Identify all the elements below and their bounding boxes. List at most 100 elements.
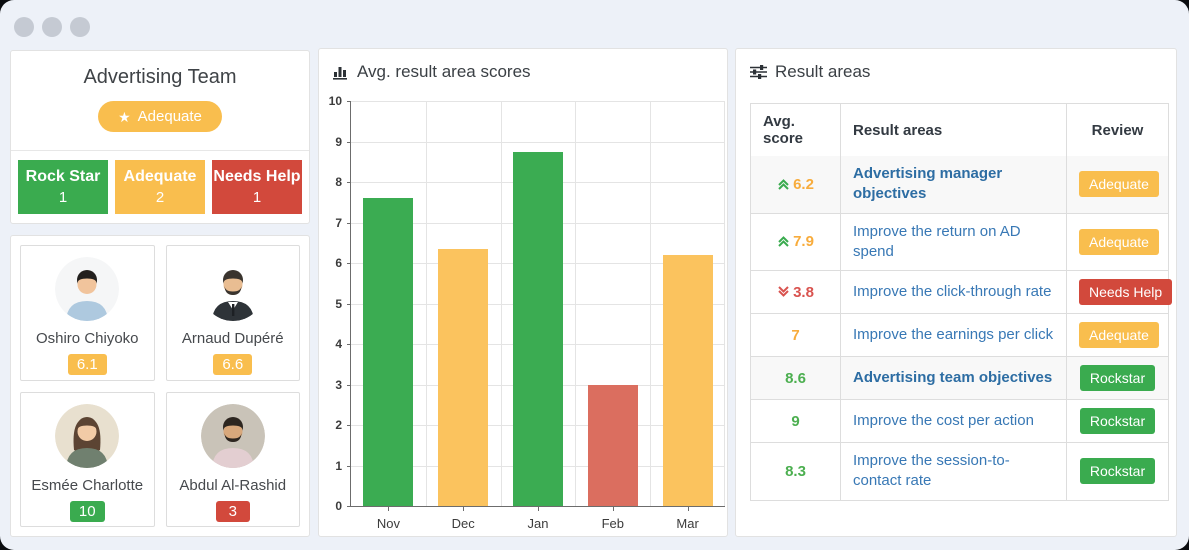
member-card[interactable]: Esmée Charlotte 10 (20, 391, 155, 527)
result-area-cell: Improve the click-through rate (840, 271, 1066, 313)
chart-gridline (650, 101, 652, 506)
chart-bar-dec (438, 248, 489, 506)
table-row: 7.9 Improve the return on AD spend Adequat… (751, 212, 1171, 270)
member-card[interactable]: Arnaud Dupéré 6.6 (165, 245, 300, 381)
member-card[interactable]: Abdul Al-Rashid 3 (165, 391, 300, 527)
x-axis-tick (687, 506, 689, 511)
review-cell: Adequate (1066, 156, 1171, 213)
team-status-label: Adequate (137, 108, 202, 125)
member-avatar (55, 257, 120, 321)
y-axis-tick (347, 182, 351, 183)
review-badge: Rockstar (1079, 408, 1156, 434)
y-axis-label: 3 (335, 377, 342, 392)
chart-gridline (351, 101, 725, 102)
review-badge: Adequate (1079, 322, 1159, 348)
bar-chart-plot: 0 1 2 3 4 5 6 7 8 9 10 Nov Dec Jan Feb Mar (329, 94, 725, 531)
result-area-cell: Advertising team objectives (840, 357, 1066, 399)
chart-title-text: Avg. result area scores (357, 62, 531, 81)
y-axis-tick (347, 303, 351, 305)
team-title: Advertising Team (83, 66, 237, 88)
table-row: 3.8 Improve the click-through rate Needs H… (751, 270, 1173, 313)
review-cell: Rockstar (1066, 357, 1168, 399)
stat-label: Rock Star (25, 168, 101, 186)
result-area-link[interactable]: Improve the session-to-contact rate (853, 451, 1054, 492)
x-axis-label: Jan (527, 516, 549, 531)
review-badge: Rockstar (1079, 365, 1156, 391)
trend-up-icon (777, 235, 790, 248)
member-card[interactable]: Oshiro Chiyoko 6.1 (20, 245, 155, 381)
trend-up-icon (777, 178, 790, 191)
x-axis-label: Dec (451, 516, 475, 531)
avg-score-value: 7 (791, 326, 800, 344)
table-row: 8.3 Improve the session-to-contact rate Ro… (751, 442, 1168, 500)
y-axis-label: 1 (335, 458, 342, 473)
chart-gridline (575, 101, 577, 506)
y-axis-tick (347, 263, 351, 264)
member-score-badge: 6.1 (67, 354, 107, 375)
result-areas-title-text: Result areas (775, 62, 871, 81)
avg-score-value: 3.8 (793, 283, 814, 301)
chart-gridline (724, 101, 725, 506)
result-area-cell: Improve the earnings per click (840, 314, 1066, 356)
y-axis-tick (347, 384, 351, 386)
y-axis-tick (347, 101, 351, 102)
x-axis-tick (388, 506, 390, 511)
review-cell: Rockstar (1066, 443, 1168, 500)
chart-bar-nov (363, 198, 414, 506)
table-row: 6.2 Advertising manager objectives Adequat… (751, 156, 1168, 213)
chart-bar-jan (513, 151, 563, 506)
y-axis-label: 10 (328, 94, 342, 108)
avg-score-cell: 9 (751, 400, 840, 442)
review-cell: Adequate (1066, 314, 1171, 356)
avg-score-cell: 6.2 (751, 156, 840, 213)
review-badge: Adequate (1079, 171, 1159, 198)
result-area-link[interactable]: Improve the cost per action (853, 411, 1034, 431)
member-avatar (200, 403, 265, 468)
x-axis-label: Feb (601, 516, 624, 531)
result-areas-table: Avg. score Result areas Review 6.2 Advert… (750, 103, 1173, 501)
team-summary-card: Advertising Team ★ Adequate Rock Star 1 Ad… (10, 50, 310, 224)
avg-score-value: 8.6 (785, 369, 806, 387)
avg-scores-chart-card: Avg. result area scores 0 1 2 3 4 5 6 7 8 9 10 Nov D… (318, 48, 728, 537)
result-areas-panel-title: Result areas (736, 49, 1176, 82)
result-area-cell: Improve the cost per action (840, 400, 1066, 442)
y-axis-tick (347, 425, 351, 426)
x-axis-label: Nov (376, 516, 400, 531)
team-members-card: Oshiro Chiyoko 6.1 Arnaud Dupéré 6.6 Esmée… (10, 235, 310, 537)
chart-bar-feb (587, 384, 638, 506)
member-avatar (55, 403, 120, 468)
y-axis-label: 0 (335, 499, 342, 513)
x-axis-tick (463, 506, 465, 511)
sliders-icon (750, 65, 767, 79)
avg-score-value: 9 (791, 412, 800, 430)
bar-chart-icon (333, 67, 347, 80)
member-score-badge: 3 (215, 500, 250, 522)
y-axis-label: 7 (335, 215, 342, 230)
col-header-result-areas: Result areas (840, 104, 1066, 156)
window-control-dot (14, 17, 34, 37)
stat-count: 1 (252, 188, 262, 206)
result-area-link[interactable]: Improve the earnings per click (853, 325, 1053, 345)
avg-score-cell: 8.3 (751, 443, 840, 500)
result-areas-card: Result areas Avg. score Result areas Rev… (735, 48, 1177, 537)
review-cell: Needs Help (1066, 271, 1184, 313)
x-axis-tick (538, 506, 539, 511)
team-stat-box: Rock Star 1 (18, 160, 108, 214)
result-area-link[interactable]: Improve the click-through rate (853, 282, 1051, 302)
review-cell: Adequate (1066, 213, 1171, 270)
review-badge: Rockstar (1079, 458, 1156, 485)
member-score-badge: 10 (69, 500, 105, 522)
result-area-link[interactable]: Improve the return on AD spend (853, 222, 1054, 263)
result-area-link[interactable]: Advertising team objectives (853, 368, 1052, 388)
y-axis-label: 6 (335, 256, 342, 270)
review-badge: Adequate (1079, 228, 1159, 255)
dashboard-screen: Advertising Team ★ Adequate Rock Star 1 Ad… (0, 0, 1189, 550)
result-area-link[interactable]: Advertising manager objectives (853, 164, 1054, 205)
stat-label: Needs Help (213, 168, 301, 186)
member-score-badge: 6.6 (213, 354, 253, 375)
star-icon: ★ (118, 108, 131, 125)
window-control-dot (42, 17, 62, 37)
table-row: 9 Improve the cost per action Rockstar (751, 399, 1168, 442)
avg-score-value: 7.9 (793, 233, 814, 251)
stat-count: 1 (58, 188, 68, 206)
